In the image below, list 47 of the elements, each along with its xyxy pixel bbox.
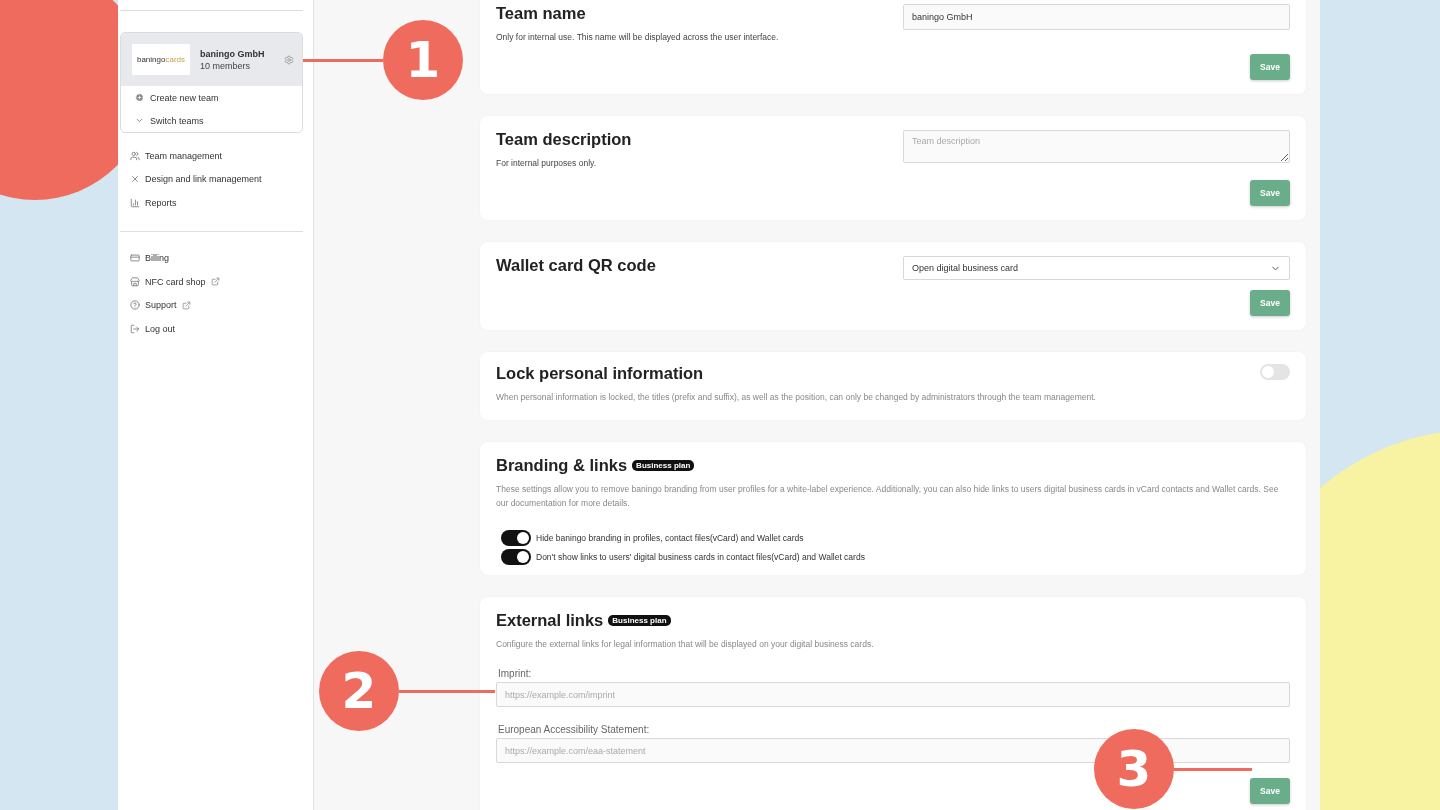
card-title: Team name bbox=[496, 4, 586, 23]
card-description: Configure the external links for legal information that will be displayed on your digital business cards. bbox=[496, 638, 875, 651]
toggle-switch[interactable] bbox=[501, 530, 531, 546]
nav-icon bbox=[130, 253, 140, 264]
toggle-label: Don't show links to users' digital business cards in contact files(vCard) and Wallet cards bbox=[536, 552, 865, 562]
plan-badge: Business plan bbox=[632, 460, 695, 471]
team-name: baningo GmbH bbox=[200, 48, 266, 59]
card-title: Team description bbox=[496, 130, 632, 149]
member-count: 10 members bbox=[200, 60, 252, 71]
nav-item[interactable]: Design and link management bbox=[120, 167, 303, 191]
team-action[interactable]: Create new team bbox=[121, 86, 302, 109]
nav-icon bbox=[130, 323, 140, 334]
card-description: These settings allow you to remove baningo branding from user profiles for a white-label experience. Additionally, you can also hide links to users digital business cards in vCard contacts and Wallet cards. See our documentation for more details. bbox=[496, 483, 1280, 510]
qr-code-select[interactable]: Open digital business card bbox=[903, 256, 1290, 280]
card-title: Lock personal information bbox=[496, 364, 704, 383]
plan-badge: Business plan bbox=[608, 615, 671, 626]
nav-item[interactable]: Log out bbox=[120, 317, 303, 341]
card-description: For internal purposes only. bbox=[496, 157, 597, 170]
nav-item[interactable]: Team management bbox=[120, 144, 303, 168]
field-label: European Accessibility Statement: bbox=[498, 724, 651, 735]
nav-icon bbox=[130, 150, 140, 161]
chevron-icon bbox=[135, 116, 144, 125]
nav-item[interactable]: Billing bbox=[120, 246, 303, 270]
team-logo: baningocards bbox=[132, 44, 190, 75]
toggle-switch[interactable] bbox=[501, 549, 531, 565]
field-label: Imprint: bbox=[498, 668, 533, 679]
external-link-icon bbox=[181, 300, 191, 310]
nav-item[interactable]: Reports bbox=[120, 191, 303, 215]
card-description: When personal information is locked, the titles (prefix and suffix), as well as the position, can only be changed by administrators through the team management. bbox=[496, 391, 1096, 404]
description-field[interactable]: Team description bbox=[903, 130, 1290, 163]
toggle-label: Hide baningo branding in profiles, contact files(vCard) and Wallet cards bbox=[536, 533, 804, 543]
team-action[interactable]: Switch teams bbox=[121, 109, 302, 132]
nav-icon bbox=[130, 174, 140, 185]
nav-icon bbox=[130, 300, 140, 311]
card-title: External links bbox=[496, 611, 604, 630]
nav-item[interactable]: Support bbox=[120, 293, 303, 317]
nav-icon bbox=[130, 197, 140, 208]
nav-item[interactable]: NFC card shop bbox=[120, 270, 303, 294]
nav-icon bbox=[130, 276, 140, 287]
card-title: Branding & links bbox=[496, 456, 628, 475]
external-link-icon bbox=[210, 277, 220, 287]
plus-icon bbox=[135, 93, 144, 102]
card-description: Only for internal use. This name will be displayed across the user interface. bbox=[496, 31, 779, 44]
team-name-field[interactable]: baningo GmbH bbox=[903, 4, 1290, 30]
url-field[interactable]: https://example.com/imprint bbox=[496, 682, 1290, 707]
toggle-switch[interactable] bbox=[1260, 364, 1290, 380]
card-title: Wallet card QR code bbox=[496, 256, 656, 275]
